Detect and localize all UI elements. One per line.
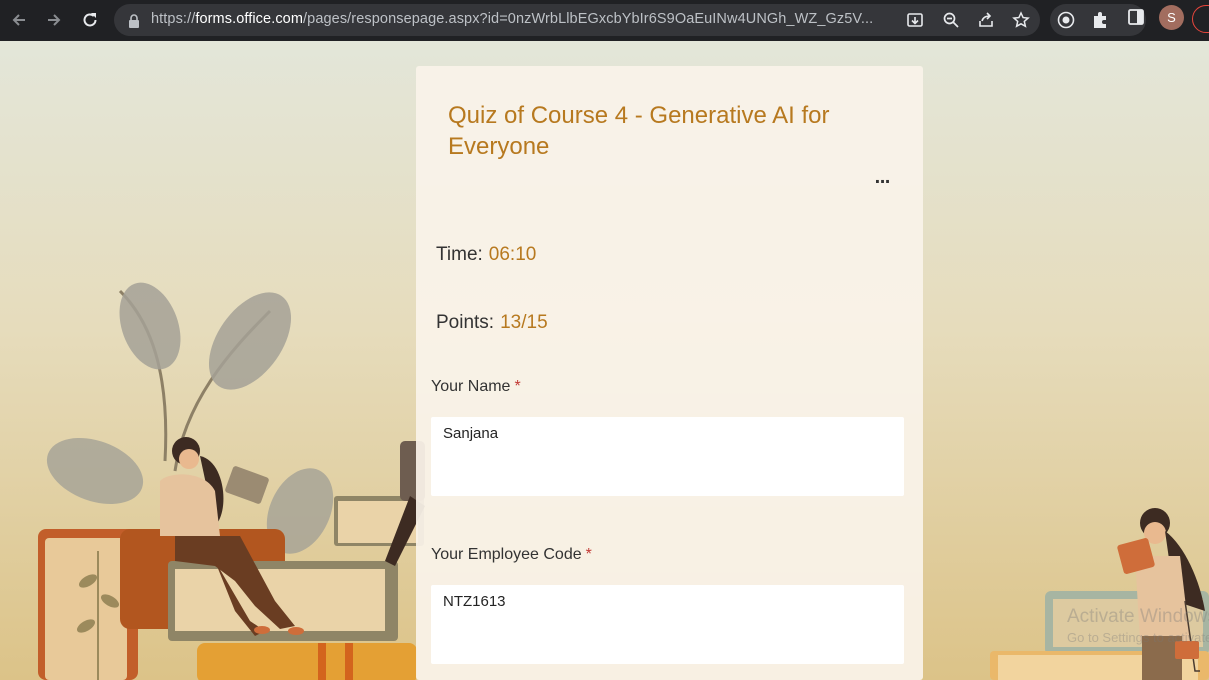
form-title: Quiz of Course 4 - Generative AI for Eve… [448, 102, 830, 160]
lock-icon [128, 13, 140, 32]
side-panel-icon[interactable] [1127, 8, 1145, 26]
employee-code-question-label: Your Employee Code * [431, 546, 592, 564]
zoom-icon[interactable] [941, 10, 961, 30]
time-display: Time: 06:10 [436, 244, 536, 266]
time-value: 06:10 [488, 244, 537, 265]
required-mark: * [585, 546, 592, 563]
required-mark: * [514, 378, 521, 395]
points-display: Points: 13/15 [436, 312, 548, 334]
form-card: Quiz of Course 4 - Generative AI for Eve… [416, 66, 923, 680]
puzzle-extension-icon[interactable] [1091, 11, 1109, 29]
browser-toolbar: https://forms.office.com/pages/responsep… [0, 0, 1209, 41]
time-label: Time: [436, 244, 483, 265]
employee-code-input-value: NTZ1613 [443, 593, 506, 610]
address-bar[interactable]: https://forms.office.com/pages/responsep… [114, 4, 1040, 36]
forward-icon[interactable] [42, 8, 66, 32]
install-app-icon[interactable] [905, 10, 925, 30]
more-options-button[interactable]: ... [873, 168, 891, 188]
bookmark-star-icon[interactable] [1011, 10, 1031, 30]
share-icon[interactable] [976, 10, 996, 30]
employee-code-label-text: Your Employee Code [431, 546, 582, 563]
watermark-line-1: Activate Windows [1067, 606, 1209, 627]
back-icon[interactable] [7, 8, 31, 32]
activate-windows-watermark: Activate Windows Go to Settings to activ… [1067, 606, 1209, 645]
name-question-label: Your Name * [431, 378, 521, 396]
watermark-line-2: Go to Settings to activate Windows. [1067, 630, 1209, 645]
reload-icon[interactable] [78, 8, 102, 32]
name-input[interactable]: Sanjana [431, 417, 904, 496]
points-label: Points: [436, 312, 495, 333]
name-label-text: Your Name [431, 378, 511, 395]
name-input-value: Sanjana [443, 425, 499, 442]
target-extension-icon[interactable] [1057, 11, 1075, 29]
profile-avatar[interactable]: S [1159, 5, 1184, 30]
employee-code-input[interactable]: NTZ1613 [431, 585, 904, 664]
url-text: https://forms.office.com/pages/responsep… [151, 11, 874, 27]
update-menu-button[interactable] [1192, 5, 1209, 33]
points-value: 13/15 [500, 312, 548, 333]
